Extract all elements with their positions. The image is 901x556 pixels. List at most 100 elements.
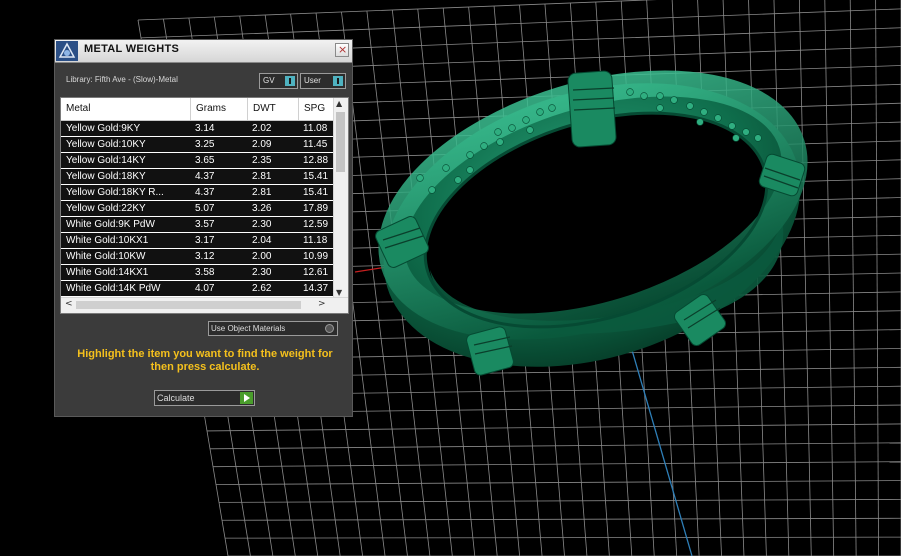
- table-row[interactable]: Yellow Gold:18KY R... 4.37 2.81 15.41: [61, 185, 335, 201]
- bead-dot: [466, 166, 474, 174]
- column-header-spg[interactable]: SPG: [304, 103, 325, 114]
- play-arrow-icon[interactable]: [240, 392, 253, 404]
- table-cell: 2.02: [252, 123, 272, 134]
- bead-dot: [496, 138, 504, 146]
- table-cell: 12.59: [303, 219, 329, 230]
- use-object-materials-toggle[interactable]: Use Object Materials: [208, 321, 338, 336]
- table-cell: Yellow Gold:9KY: [66, 123, 141, 134]
- calculate-button[interactable]: Calculate: [154, 390, 255, 406]
- table-row[interactable]: Yellow Gold:22KY 5.07 3.26 17.89: [61, 201, 335, 217]
- horizontal-scrollbar[interactable]: < >: [61, 297, 348, 313]
- bead-dot: [416, 174, 424, 182]
- table-cell: 4.37: [195, 187, 215, 198]
- table-cell: White Gold:14KX1: [66, 267, 149, 278]
- table-cell: 2.81: [252, 187, 272, 198]
- table-cell: 3.26: [252, 203, 272, 214]
- table-cell: 2.00: [252, 251, 272, 262]
- table-cell: 4.07: [195, 283, 215, 294]
- table-cell: Yellow Gold:18KY: [66, 171, 146, 182]
- instruction-text: Highlight the item you want to find the …: [77, 348, 333, 373]
- table-row[interactable]: Yellow Gold:10KY 3.25 2.09 11.45: [61, 137, 335, 153]
- bead-dot: [728, 122, 736, 130]
- bead-dot: [640, 92, 648, 100]
- table-cell: 15.41: [303, 171, 329, 182]
- table-row[interactable]: White Gold:10KX1 3.17 2.04 11.18: [61, 233, 335, 249]
- list-header: Metal Grams DWT SPG: [61, 98, 335, 121]
- metal-list[interactable]: Metal Grams DWT SPG Yellow Gold:9KY 3.14 2…: [60, 97, 349, 314]
- use-object-materials-label: Use Object Materials: [211, 324, 286, 333]
- bead-dot: [522, 116, 530, 124]
- library-label: Library: Fifth Ave - (Slow)-Metal: [66, 75, 178, 84]
- table-cell: White Gold:9K PdW: [66, 219, 155, 230]
- vertical-scrollbar[interactable]: ▲ ▼: [333, 98, 348, 298]
- bead-dot: [480, 142, 488, 150]
- gv-toggle-label: GV: [263, 76, 275, 85]
- column-divider[interactable]: [298, 98, 299, 120]
- bead-dot: [742, 128, 750, 136]
- table-cell: 2.35: [252, 155, 272, 166]
- column-header-grams[interactable]: Grams: [196, 103, 226, 114]
- scroll-right-icon[interactable]: >: [318, 299, 326, 309]
- column-divider[interactable]: [190, 98, 191, 120]
- table-cell: 11.08: [303, 123, 328, 134]
- table-cell: 3.25: [195, 139, 215, 150]
- table-row[interactable]: White Gold:14KX1 3.58 2.30 12.61: [61, 265, 335, 281]
- metal-weights-panel: METAL WEIGHTS × Library: Fifth Ave - (Sl…: [54, 39, 353, 417]
- gv-toggle[interactable]: GV: [259, 73, 298, 89]
- table-row[interactable]: White Gold:10KW 3.12 2.00 10.99: [61, 249, 335, 265]
- table-row[interactable]: White Gold:9K PdW 3.57 2.30 12.59: [61, 217, 335, 233]
- scroll-up-icon[interactable]: ▲: [336, 99, 342, 108]
- scroll-down-icon[interactable]: ▼: [336, 288, 342, 297]
- user-toggle[interactable]: User: [300, 73, 346, 89]
- table-cell: 11.18: [303, 235, 328, 246]
- column-header-metal[interactable]: Metal: [66, 103, 90, 114]
- table-cell: 12.61: [303, 267, 329, 278]
- column-header-dwt[interactable]: DWT: [253, 103, 276, 114]
- bead-dot: [700, 108, 708, 116]
- table-cell: 3.12: [195, 251, 215, 262]
- bead-dot: [454, 176, 462, 184]
- horizontal-scroll-thumb[interactable]: [76, 301, 301, 309]
- bead-dot: [656, 92, 664, 100]
- radio-icon[interactable]: [325, 324, 334, 333]
- table-cell: 3.57: [195, 219, 215, 230]
- table-cell: White Gold:10KW: [66, 251, 146, 262]
- table-row[interactable]: Yellow Gold:9KY 3.14 2.02 11.08: [61, 121, 335, 137]
- table-cell: 2.81: [252, 171, 272, 182]
- table-cell: 3.17: [195, 235, 215, 246]
- table-cell: 3.58: [195, 267, 215, 278]
- app-logo-icon: [56, 41, 78, 61]
- bead-dot: [732, 134, 740, 142]
- table-cell: 2.09: [252, 139, 272, 150]
- bead-dot: [656, 104, 664, 112]
- table-cell: Yellow Gold:18KY R...: [66, 187, 164, 198]
- panel-title: METAL WEIGHTS: [84, 43, 180, 55]
- table-cell: Yellow Gold:22KY: [66, 203, 146, 214]
- table-row[interactable]: Yellow Gold:18KY 4.37 2.81 15.41: [61, 169, 335, 185]
- table-cell: 3.14: [195, 123, 215, 134]
- table-cell: Yellow Gold:10KY: [66, 139, 146, 150]
- column-divider[interactable]: [247, 98, 248, 120]
- user-toggle-label: User: [304, 76, 321, 85]
- bead-dot: [714, 114, 722, 122]
- bead-dot: [670, 96, 678, 104]
- bead-dot: [626, 88, 634, 96]
- table-cell: 2.30: [252, 219, 272, 230]
- table-cell: White Gold:14K PdW: [66, 283, 161, 294]
- table-cell: 12.88: [303, 155, 329, 166]
- table-cell: 17.89: [303, 203, 329, 214]
- table-cell: 2.30: [252, 267, 272, 278]
- table-cell: 10.99: [303, 251, 329, 262]
- bead-dot: [442, 164, 450, 172]
- close-button[interactable]: ×: [335, 43, 349, 57]
- table-cell: 11.45: [303, 139, 328, 150]
- table-row[interactable]: Yellow Gold:14KY 3.65 2.35 12.88: [61, 153, 335, 169]
- panel-titlebar[interactable]: METAL WEIGHTS ×: [55, 40, 352, 63]
- bead-dot: [466, 151, 474, 159]
- table-cell: 4.37: [195, 171, 215, 182]
- scroll-left-icon[interactable]: <: [65, 299, 73, 309]
- table-cell: 2.04: [252, 235, 272, 246]
- table-cell: Yellow Gold:14KY: [66, 155, 146, 166]
- table-row[interactable]: White Gold:14K PdW 4.07 2.62 14.37: [61, 281, 335, 297]
- vertical-scroll-thumb[interactable]: [336, 112, 345, 172]
